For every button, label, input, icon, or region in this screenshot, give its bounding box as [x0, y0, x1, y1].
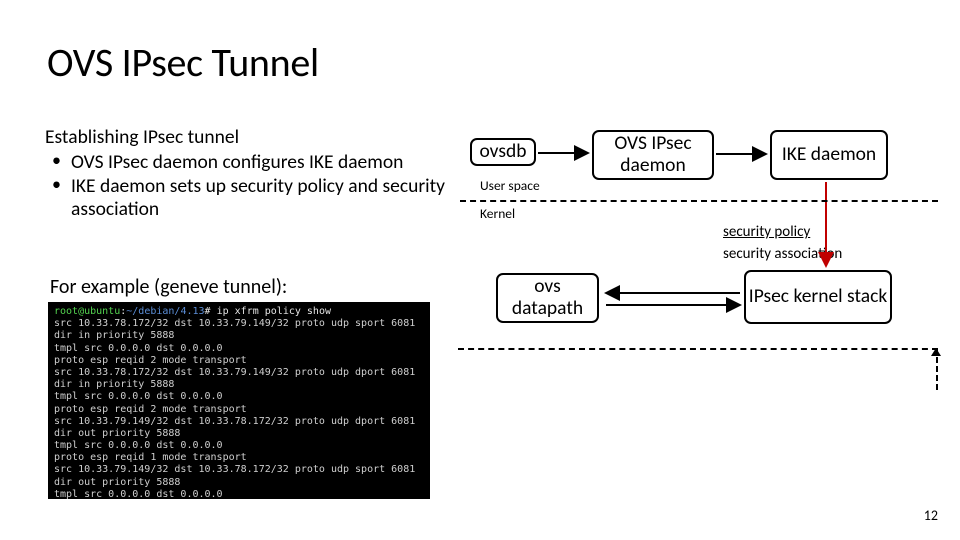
box-ipsec-daemon: OVS IPsec daemon	[592, 130, 714, 180]
box-kernel-stack: IPsec kernel stack	[744, 270, 892, 324]
term-line: src 10.33.79.149/32 dst 10.33.78.172/32 …	[54, 416, 415, 427]
term-line: dir out priority 5888	[54, 428, 180, 439]
establishing-heading: Establishing IPsec tunnel	[45, 126, 445, 150]
term-line: dir out priority 5888	[54, 477, 180, 488]
arrow-ovsdb-to-ipsec	[536, 145, 594, 161]
arrow-datapath-kstack	[600, 286, 748, 312]
dashed-separator-bottom	[458, 348, 938, 390]
dashed-separator-userspace	[460, 200, 938, 202]
slide-title: OVS IPsec Tunnel	[47, 38, 319, 87]
term-line: dir in priority 5888	[54, 379, 174, 390]
box-ovsdb: ovsdb	[470, 138, 536, 166]
term-line: proto esp reqid 2 mode transport	[54, 355, 247, 366]
term-line: proto esp reqid 2 mode transport	[54, 404, 247, 415]
terminal-path: ~/debian/4.13	[126, 306, 204, 317]
terminal-user: root@ubuntu	[54, 306, 120, 317]
label-user-space: User space	[480, 177, 540, 194]
term-line: dir in priority 5888	[54, 330, 174, 341]
term-line: tmpl src 0.0.0.0 dst 0.0.0.0	[54, 440, 223, 451]
term-line: src 10.33.78.172/32 dst 10.33.79.149/32 …	[54, 367, 415, 378]
bullet-1: OVS IPsec daemon configures IKE daemon	[67, 151, 445, 175]
bullet-2: IKE daemon sets up security policy and s…	[67, 175, 445, 223]
label-kernel: Kernel	[480, 205, 515, 222]
term-line: proto esp reqid 1 mode transport	[54, 452, 247, 463]
arrow-dashed-up-icon	[928, 348, 944, 360]
page-number: 12	[924, 507, 938, 524]
terminal-output: root@ubuntu:~/debian/4.13# ip xfrm polic…	[48, 302, 430, 499]
arrow-ipsec-to-ike	[714, 146, 772, 162]
left-column: Establishing IPsec tunnel OVS IPsec daem…	[45, 126, 445, 222]
box-ike-daemon: IKE daemon	[770, 130, 888, 180]
arrow-ike-to-kstack	[818, 180, 834, 274]
box-datapath: ovs datapath	[496, 273, 599, 323]
term-line: tmpl src 0.0.0.0 dst 0.0.0.0	[54, 343, 223, 354]
terminal-cmd: ip xfrm policy show	[217, 306, 331, 317]
term-line: tmpl src 0.0.0.0 dst 0.0.0.0	[54, 391, 223, 402]
term-line: tmpl src 0.0.0.0 dst 0.0.0.0	[54, 489, 223, 499]
term-line: src 10.33.78.172/32 dst 10.33.79.149/32 …	[54, 318, 415, 329]
example-heading: For example (geneve tunnel):	[50, 275, 287, 299]
term-line: src 10.33.79.149/32 dst 10.33.78.172/32 …	[54, 464, 415, 475]
label-security-policy: security policy	[723, 223, 810, 241]
